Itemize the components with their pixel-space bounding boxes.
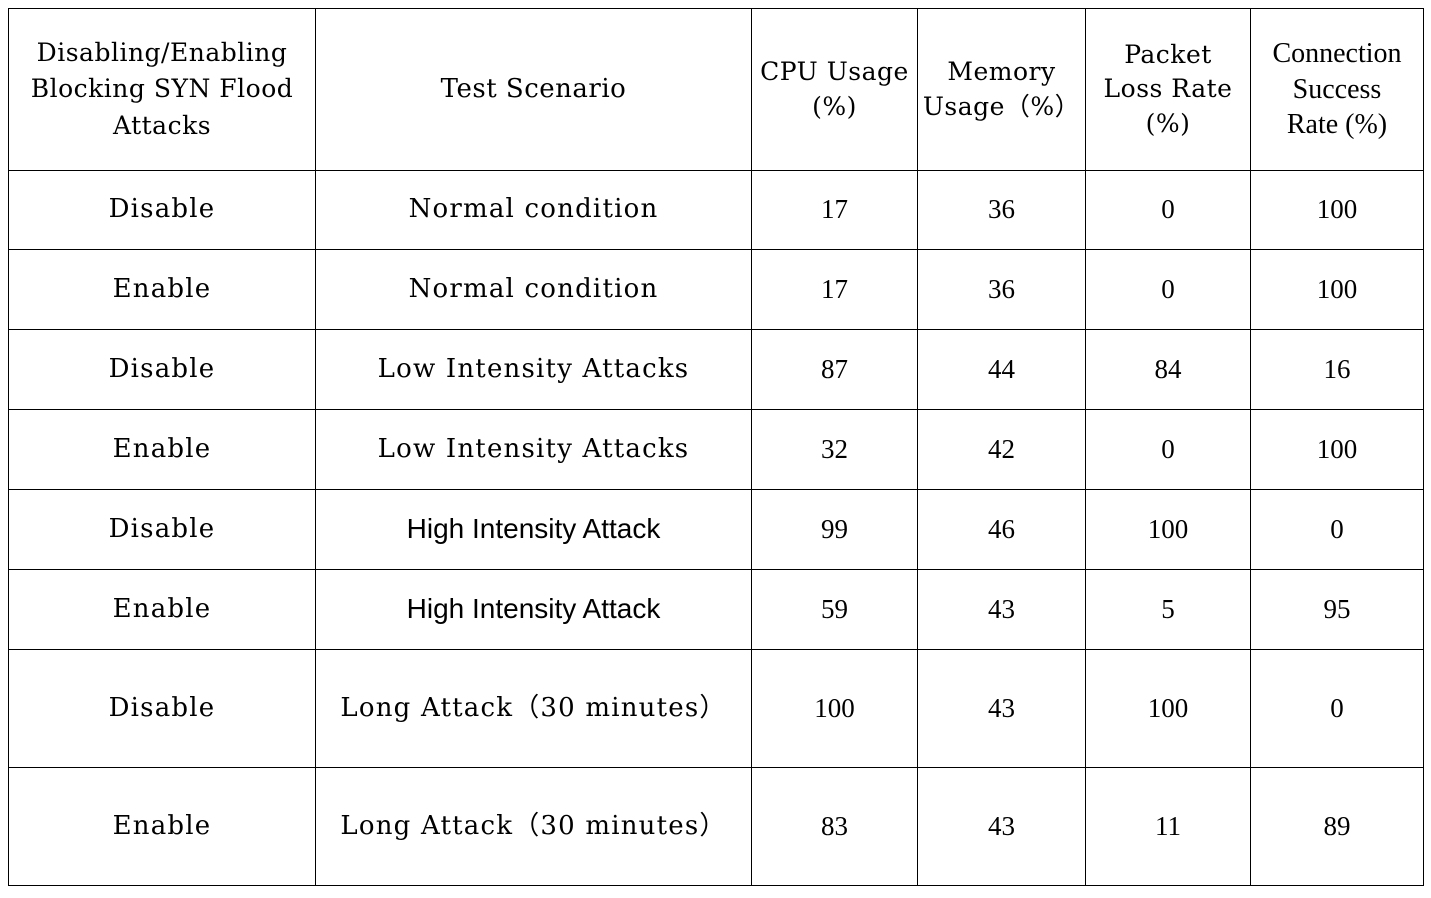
cell-toggle-state: Disable (8, 649, 316, 768)
cell-memory-usage: 42 (917, 409, 1086, 490)
cell-packet-loss-rate: 84 (1085, 329, 1251, 410)
cell-memory-usage: 43 (917, 649, 1086, 768)
cell-test-scenario: Normal condition (315, 249, 752, 330)
column-header-test-scenario: Test Scenario (315, 8, 752, 171)
cell-packet-loss-rate: 0 (1085, 409, 1251, 490)
cell-test-scenario: High Intensity Attack (315, 569, 752, 650)
cell-memory-usage: 36 (917, 170, 1086, 250)
column-header-toggle: Disabling/Enabling Blocking SYN Flood At… (8, 8, 316, 171)
cell-packet-loss-rate: 100 (1085, 489, 1251, 570)
cell-connection-success-rate: 89 (1250, 767, 1424, 886)
cell-test-scenario: Long Attack（30 minutes） (315, 649, 752, 768)
cell-cpu-usage: 17 (751, 170, 918, 250)
cell-cpu-usage: 32 (751, 409, 918, 490)
column-header-cpu-usage-line1: CPU Usage (760, 57, 909, 86)
cell-packet-loss-rate: 5 (1085, 569, 1251, 650)
column-header-connection-success-rate: Connection Success Rate (%) (1250, 8, 1424, 171)
column-header-toggle-line1: Disabling/Enabling (36, 38, 288, 68)
performance-comparison-table: Disabling/Enabling Blocking SYN Flood At… (8, 8, 1424, 886)
cell-cpu-usage: 100 (751, 649, 918, 768)
header-row: Disabling/Enabling Blocking SYN Flood At… (8, 8, 1424, 171)
cell-packet-loss-rate: 11 (1085, 767, 1251, 886)
column-header-cpu-usage-line2: (%) (812, 91, 857, 121)
table-row: Disable Long Attack（30 minutes） 100 43 100 0 (8, 649, 1424, 768)
cell-toggle-state: Enable (8, 767, 316, 886)
cell-test-scenario: Long Attack（30 minutes） (315, 767, 752, 886)
cell-memory-usage: 36 (917, 249, 1086, 330)
cell-memory-usage: 43 (917, 767, 1086, 886)
column-header-toggle-line2: Blocking SYN Flood (30, 74, 294, 104)
column-header-packet-loss-rate-line2: Loss Rate (1103, 74, 1233, 104)
table-row: Enable Long Attack（30 minutes） 83 43 11 89 (8, 767, 1424, 886)
column-header-connection-success-rate-line1: Connection (1272, 37, 1402, 69)
cell-cpu-usage: 83 (751, 767, 918, 886)
column-header-packet-loss-rate-line1: Packet (1124, 39, 1212, 69)
table-row: Enable High Intensity Attack 59 43 5 95 (8, 569, 1424, 650)
cell-test-scenario: High Intensity Attack (315, 489, 752, 570)
column-header-toggle-line3: Attacks (112, 110, 212, 140)
cell-memory-usage: 43 (917, 569, 1086, 650)
column-header-packet-loss-rate-line3: (%) (1145, 108, 1191, 138)
cell-cpu-usage: 99 (751, 489, 918, 570)
cell-cpu-usage: 17 (751, 249, 918, 330)
column-header-packet-loss-rate: Packet Loss Rate (%) (1085, 8, 1251, 171)
cell-toggle-state: Disable (8, 329, 316, 410)
cell-test-scenario: Low Intensity Attacks (315, 329, 752, 410)
table-container: Disabling/Enabling Blocking SYN Flood At… (8, 8, 1424, 886)
cell-connection-success-rate: 16 (1250, 329, 1424, 410)
cell-test-scenario: Normal condition (315, 170, 752, 250)
cell-cpu-usage: 87 (751, 329, 918, 410)
table-row: Disable Low Intensity Attacks 87 44 84 16 (8, 329, 1424, 410)
column-header-memory-usage: Memory Usage（%） (917, 8, 1086, 171)
column-header-memory-usage-line1: Memory (947, 57, 1056, 86)
cell-connection-success-rate: 100 (1250, 409, 1424, 490)
cell-toggle-state: Enable (8, 249, 316, 330)
table-row: Disable High Intensity Attack 99 46 100 0 (8, 489, 1424, 570)
cell-cpu-usage: 59 (751, 569, 918, 650)
table-body: Disable Normal condition 17 36 0 100 Enable Nor… (8, 170, 1424, 886)
cell-packet-loss-rate: 0 (1085, 170, 1251, 250)
column-header-connection-success-rate-line2: Success (1292, 73, 1382, 105)
cell-memory-usage: 44 (917, 329, 1086, 410)
cell-toggle-state: Disable (8, 489, 316, 570)
cell-toggle-state: Enable (8, 569, 316, 650)
cell-toggle-state: Disable (8, 170, 316, 250)
cell-packet-loss-rate: 100 (1085, 649, 1251, 768)
cell-test-scenario: Low Intensity Attacks (315, 409, 752, 490)
table-header: Disabling/Enabling Blocking SYN Flood At… (8, 8, 1424, 171)
column-header-memory-usage-line2: Usage（%） (922, 91, 1081, 121)
cell-memory-usage: 46 (917, 489, 1086, 570)
cell-toggle-state: Enable (8, 409, 316, 490)
cell-connection-success-rate: 0 (1250, 649, 1424, 768)
table-row: Enable Low Intensity Attacks 32 42 0 100 (8, 409, 1424, 490)
table-row: Enable Normal condition 17 36 0 100 (8, 249, 1424, 330)
cell-connection-success-rate: 0 (1250, 489, 1424, 570)
column-header-cpu-usage: CPU Usage (%) (751, 8, 918, 171)
column-header-connection-success-rate-line3: Rate (%) (1286, 109, 1388, 141)
cell-connection-success-rate: 95 (1250, 569, 1424, 650)
cell-connection-success-rate: 100 (1250, 249, 1424, 330)
column-header-test-scenario-line1: Test Scenario (440, 73, 627, 104)
table-row: Disable Normal condition 17 36 0 100 (8, 170, 1424, 250)
cell-connection-success-rate: 100 (1250, 170, 1424, 250)
cell-packet-loss-rate: 0 (1085, 249, 1251, 330)
